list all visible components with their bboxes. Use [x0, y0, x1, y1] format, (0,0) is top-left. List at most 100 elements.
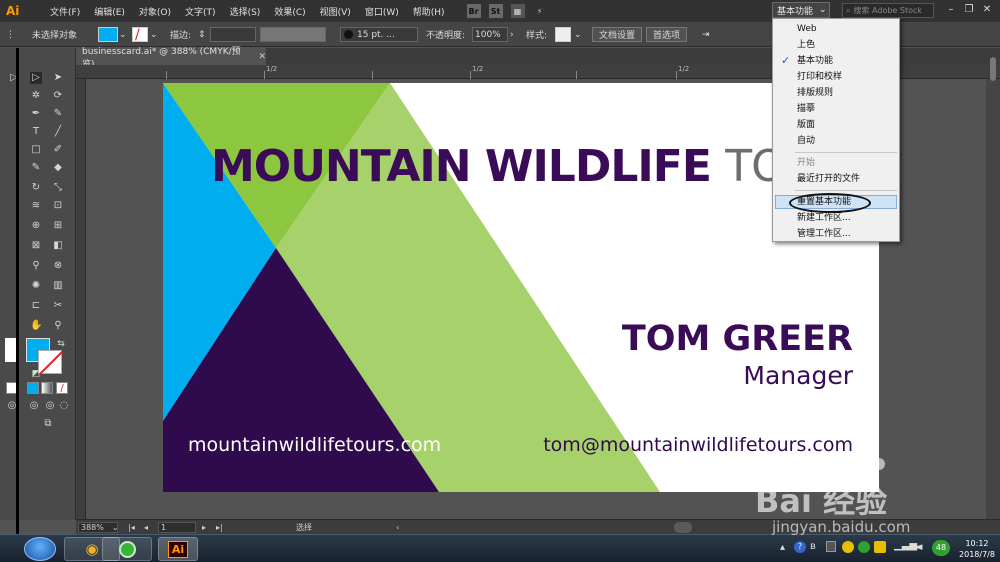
chevron-down-icon[interactable]: ⌄	[119, 27, 127, 42]
gradient-tool-icon[interactable]: ◧	[52, 240, 64, 252]
horizontal-scrollbar-thumb[interactable]	[674, 522, 692, 533]
start-button[interactable]	[24, 537, 56, 561]
shape-builder-icon[interactable]: ⊕	[30, 220, 42, 232]
color-mode-icon[interactable]	[27, 382, 39, 394]
menu-item-start[interactable]: 开始	[797, 156, 815, 170]
zoom-level[interactable]: 388% ⌄	[78, 522, 119, 533]
rotate-tool-icon[interactable]: ↻	[30, 182, 42, 194]
artboard-tool-icon[interactable]: ⊏	[30, 300, 42, 312]
close-icon[interactable]: ✕	[258, 52, 266, 62]
mesh-tool-icon[interactable]: ⊠	[30, 240, 42, 252]
draw-inside-icon[interactable]: ◎	[44, 400, 56, 412]
zoom-tool-icon[interactable]: ⚲	[52, 320, 64, 332]
minimize-icon[interactable]: –	[944, 3, 958, 16]
next-artboard-icon[interactable]: ▸	[202, 522, 206, 533]
scrollbar-thumb[interactable]	[990, 57, 996, 81]
width-tool-icon[interactable]: ≋	[30, 200, 42, 212]
arrange-documents-icon[interactable]: ▦	[510, 4, 525, 18]
hand-tool-icon[interactable]: ✋	[30, 320, 42, 332]
shaper-tool-icon[interactable]: ✎	[30, 162, 42, 174]
stock-button[interactable]: St	[488, 4, 503, 18]
lasso-icon[interactable]: ⟳	[52, 90, 64, 102]
magic-wand-icon[interactable]: ✲	[30, 90, 42, 102]
taskbar-app-illustrator[interactable]: Ai	[158, 537, 198, 561]
menu-select[interactable]: 选择(S)	[230, 5, 261, 18]
menu-file[interactable]: 文件(F)	[50, 5, 80, 18]
chevron-down-icon[interactable]: ⌄	[574, 27, 582, 42]
menu-item-web[interactable]: Web	[797, 22, 817, 36]
artboard-number-input[interactable]: 1	[158, 522, 196, 533]
menu-effect[interactable]: 效果(C)	[274, 5, 305, 18]
chevron-left-icon[interactable]: ‹	[396, 522, 399, 533]
selection-tool-icon[interactable]: ▷	[30, 72, 42, 84]
chevron-right-icon[interactable]: ›	[510, 27, 514, 42]
ruler-tick	[166, 71, 167, 79]
screen-mode-icon[interactable]: ⧉	[40, 418, 56, 430]
menu-edit[interactable]: 编辑(E)	[94, 5, 125, 18]
fill-color-swatch[interactable]	[98, 27, 118, 42]
menu-item-new-workspace[interactable]: 新建工作区...	[797, 211, 851, 225]
gradient-mode-icon[interactable]	[41, 382, 53, 394]
variable-width-profile[interactable]	[260, 27, 326, 42]
column-graph-icon[interactable]: ▥	[52, 280, 64, 292]
curvature-tool-icon[interactable]: ✎	[52, 108, 64, 120]
menu-type[interactable]: 文字(T)	[185, 5, 216, 18]
direct-selection-tool-icon[interactable]: ➤	[52, 72, 64, 84]
stroke-weight-input[interactable]	[210, 27, 256, 42]
menu-item-painting[interactable]: 上色	[797, 38, 815, 52]
document-setup-button[interactable]: 文档设置	[592, 27, 643, 42]
scale-tool-icon[interactable]: ⤡	[52, 182, 64, 194]
none-mode-icon[interactable]: /	[56, 382, 68, 394]
preferences-button[interactable]: 首选项	[646, 27, 688, 42]
free-transform-icon[interactable]: ⊡	[52, 200, 64, 212]
menu-help[interactable]: 帮助(H)	[413, 5, 445, 18]
menu-item-tracing[interactable]: 描摹	[797, 102, 815, 116]
stroke-color-swatch[interactable]: /	[132, 27, 148, 42]
symbol-sprayer-icon[interactable]: ✺	[30, 280, 42, 292]
menu-view[interactable]: 视图(V)	[320, 5, 351, 18]
stock-search-input[interactable]: ⌕ 搜索 Adobe Stock	[842, 3, 934, 18]
type-tool-icon[interactable]: T	[30, 126, 42, 138]
menu-window[interactable]: 窗口(W)	[365, 5, 399, 18]
eraser-icon[interactable]: ◆	[52, 162, 64, 174]
brush-definition[interactable]: 15 pt. ...	[340, 27, 418, 42]
menu-object[interactable]: 对象(O)	[139, 5, 171, 18]
menu-item-automation[interactable]: 自动	[797, 134, 815, 148]
previous-artboard-icon[interactable]: ◂	[144, 522, 148, 533]
opacity-input[interactable]: 100%	[472, 27, 508, 42]
menu-item-print-proof[interactable]: 打印和校样	[797, 70, 842, 84]
paintbrush-icon[interactable]: ✐	[52, 144, 64, 156]
taskbar-app-browser[interactable]	[102, 537, 152, 561]
bridge-button[interactable]: Br	[466, 4, 481, 18]
menu-item-manage-workspace[interactable]: 管理工作区...	[797, 227, 851, 241]
stroke-swatch[interactable]	[38, 350, 62, 374]
swap-fill-stroke-icon[interactable]: ⇆	[55, 338, 67, 350]
menu-item-recent-files[interactable]: 最近打开的文件	[797, 172, 860, 186]
gpu-performance-icon[interactable]: ⚡	[533, 4, 547, 18]
slice-tool-icon[interactable]: ✂	[52, 300, 64, 312]
draw-behind-icon[interactable]: ◎	[28, 400, 40, 412]
vertical-scrollbar[interactable]	[986, 57, 1000, 519]
align-icon[interactable]: ⇥	[702, 27, 710, 42]
blend-tool-icon[interactable]: ⊗	[52, 260, 64, 272]
chevron-down-icon[interactable]: ⌄	[150, 27, 158, 42]
document-tab[interactable]: businesscard.ai* @ 388% (CMYK/预览) ✕	[76, 47, 266, 70]
first-artboard-icon[interactable]: |◂	[128, 522, 135, 533]
pen-tool-icon[interactable]: ✒	[30, 108, 42, 120]
close-icon[interactable]: ✕	[980, 3, 994, 16]
vertical-ruler[interactable]	[76, 79, 86, 519]
line-tool-icon[interactable]: ╱	[52, 126, 64, 138]
drawing-mode-icon[interactable]: ◌	[58, 400, 70, 412]
illustrator-icon: Ai	[167, 540, 189, 558]
workspace-switcher[interactable]: 基本功能 ⌄	[772, 2, 830, 18]
stepper-icon[interactable]: ⇕	[198, 27, 206, 42]
last-artboard-icon[interactable]: ▸|	[216, 522, 223, 533]
menu-item-essentials[interactable]: 基本功能	[797, 54, 833, 68]
menu-item-layout[interactable]: 版面	[797, 118, 815, 132]
rectangle-tool-icon[interactable]: □	[30, 144, 42, 156]
menu-item-typography[interactable]: 排版规则	[797, 86, 833, 100]
restore-icon[interactable]: ❐	[962, 3, 976, 16]
graphic-style-swatch[interactable]	[555, 27, 571, 42]
perspective-grid-icon[interactable]: ⊞	[52, 220, 64, 232]
eyedropper-icon[interactable]: ⚲	[30, 260, 42, 272]
